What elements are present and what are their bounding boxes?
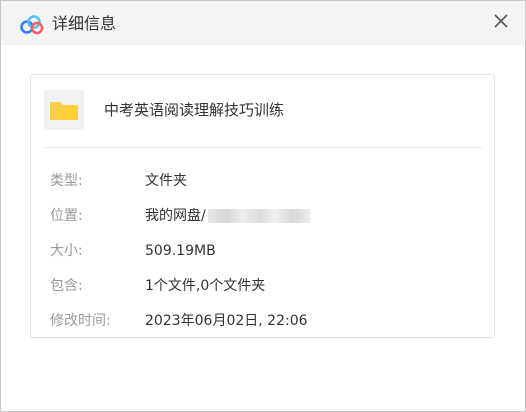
location-value-wrapper: 我的网盘/ [145,206,310,226]
location-value[interactable]: 我的网盘/ [145,208,206,224]
modified-row: 修改时间: 2023年06月02日, 22:06 [31,311,494,331]
dialog-titlebar: 详细信息 [1,1,525,45]
size-value: 509.19MB [145,243,216,259]
type-row: 类型: 文件夹 [31,171,494,191]
type-label: 类型: [50,173,83,189]
baidu-netdisk-cloud-icon [20,15,44,35]
details-dialog: 详细信息 中考英语阅读理解技巧训练 类型: 文件夹 位置: 我的网盘/ 大小: [0,0,526,412]
close-icon[interactable] [489,9,513,33]
divider [44,147,482,148]
modified-label: 修改时间: [50,313,111,329]
folder-thumbnail [44,90,84,130]
location-row: 位置: 我的网盘/ [31,206,494,226]
folder-name: 中考英语阅读理解技巧训练 [104,101,285,119]
type-value: 文件夹 [145,173,187,189]
size-label: 大小: [50,243,83,259]
contains-row: 包含: 1个文件,0个文件夹 [31,276,494,296]
folder-icon [50,102,78,120]
dialog-title: 详细信息 [52,14,117,33]
contains-value: 1个文件,0个文件夹 [145,278,266,294]
details-card: 中考英语阅读理解技巧训练 类型: 文件夹 位置: 我的网盘/ 大小: 509.1… [30,74,495,338]
redacted-path [207,209,310,223]
contains-label: 包含: [50,278,83,294]
size-row: 大小: 509.19MB [31,241,494,261]
modified-value: 2023年06月02日, 22:06 [145,313,308,329]
location-label: 位置: [50,208,83,224]
